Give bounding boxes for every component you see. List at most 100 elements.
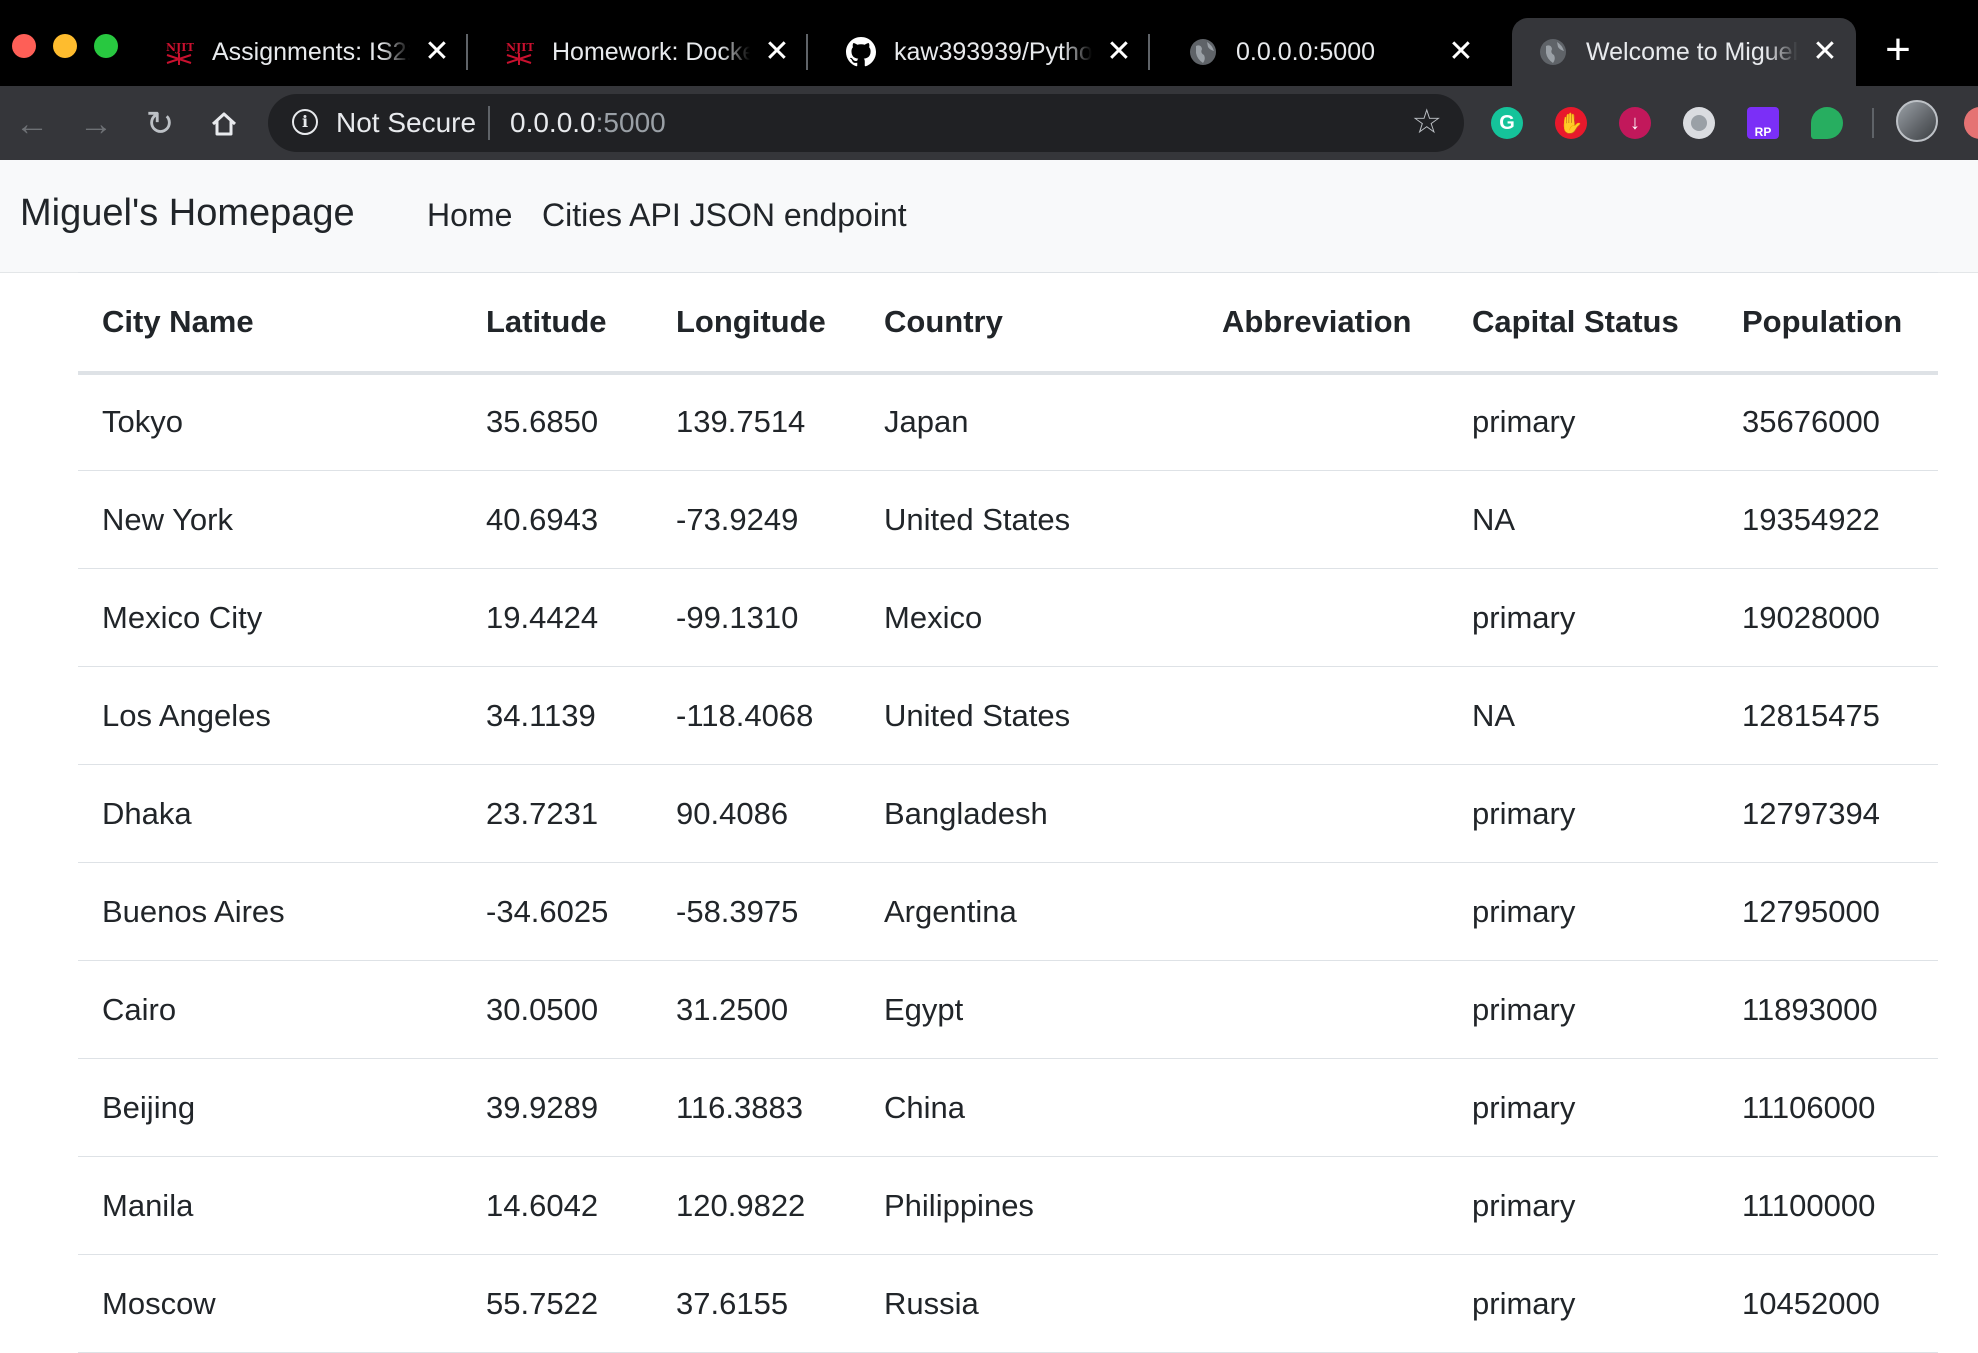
window-zoom-button[interactable] — [94, 34, 118, 58]
cell-city-name: Mexico City — [78, 568, 462, 667]
cell-city-name: Buenos Aires — [78, 862, 462, 961]
header-abbreviation: Abbreviation — [1198, 272, 1448, 375]
header-country: Country — [860, 272, 1198, 375]
security-status-label[interactable]: Not Secure — [336, 107, 476, 139]
cell-population: 19354922 — [1718, 470, 1938, 569]
url-port: :5000 — [595, 107, 666, 138]
cell-longitude: 120.9822 — [652, 1156, 860, 1255]
tab-close-icon[interactable]: ✕ — [1102, 35, 1136, 69]
url-host: 0.0.0.0 — [510, 107, 596, 138]
new-tab-button[interactable]: + — [1876, 28, 1920, 72]
table-row: Mexico City 19.4424 -99.1310 Mexico prim… — [78, 568, 1938, 667]
cell-capital-status: primary — [1448, 372, 1718, 471]
browser-tab-homework[interactable]: NJIT Homework: Docker ✕ — [478, 18, 808, 86]
cell-latitude: -34.6025 — [462, 862, 652, 961]
nav-link-home[interactable]: Home — [427, 197, 512, 234]
svg-text:NJIT: NJIT — [506, 41, 534, 54]
cell-capital-status: primary — [1448, 1058, 1718, 1157]
cell-abbreviation — [1198, 1156, 1448, 1255]
browser-tab-assignments[interactable]: NJIT Assignments: IS218 ✕ — [138, 18, 468, 86]
browser-tab-github[interactable]: kaw393939/Python ✕ — [820, 18, 1150, 86]
tab-title: Welcome to Miguel' — [1586, 37, 1798, 66]
table-header: City Name Latitude Longitude Country Abb… — [78, 272, 1938, 375]
nav-link-cities-api[interactable]: Cities API JSON endpoint — [542, 197, 907, 234]
tab-separator — [806, 34, 808, 70]
cell-latitude: 30.0500 — [462, 960, 652, 1059]
cell-country: Russia — [860, 1254, 1198, 1353]
cell-latitude: 14.6042 — [462, 1156, 652, 1255]
site-navbar: Miguel's Homepage Home Cities API JSON e… — [0, 160, 1978, 273]
cell-longitude: -99.1310 — [652, 568, 860, 667]
cell-country: Philippines — [860, 1156, 1198, 1255]
table-row: Los Angeles 34.1139 -118.4068 United Sta… — [78, 666, 1938, 765]
download-icon[interactable]: ↓ — [1619, 107, 1651, 139]
browser-tab-localhost[interactable]: 0.0.0.0:5000 ✕ — [1162, 18, 1492, 86]
table-row: Cairo 30.0500 31.2500 Egypt primary 1189… — [78, 960, 1938, 1059]
cell-abbreviation — [1198, 1254, 1448, 1353]
cell-city-name: New York — [78, 470, 462, 569]
header-population: Population — [1718, 272, 1938, 375]
cell-latitude: 39.9289 — [462, 1058, 652, 1157]
bookmark-star-icon[interactable]: ☆ — [1412, 102, 1442, 142]
cell-capital-status: primary — [1448, 862, 1718, 961]
grammarly-icon[interactable]: G — [1491, 107, 1523, 139]
toolbar-divider — [1872, 108, 1874, 138]
cell-capital-status: NA — [1448, 470, 1718, 569]
tab-close-icon[interactable]: ✕ — [1808, 35, 1842, 69]
recorder-icon[interactable] — [1683, 107, 1715, 139]
tab-title: 0.0.0.0:5000 — [1236, 37, 1376, 66]
cell-longitude: 31.2500 — [652, 960, 860, 1059]
cell-longitude: 116.3883 — [652, 1058, 860, 1157]
cell-latitude: 55.7522 — [462, 1254, 652, 1353]
window-close-button[interactable] — [12, 34, 36, 58]
profile-avatar[interactable] — [1896, 100, 1938, 142]
cell-abbreviation — [1198, 862, 1448, 961]
github-icon — [846, 37, 876, 67]
adblock-icon[interactable]: ✋ — [1555, 107, 1587, 139]
browser-tab-welcome-active[interactable]: Welcome to Miguel' ✕ — [1512, 18, 1856, 86]
extension-partial-icon[interactable] — [1964, 107, 1978, 139]
cell-abbreviation — [1198, 1058, 1448, 1157]
cell-country: United States — [860, 666, 1198, 765]
rp-extension-icon[interactable]: RP — [1747, 107, 1779, 139]
header-latitude: Latitude — [462, 272, 652, 375]
cell-population: 10452000 — [1718, 1254, 1938, 1353]
cell-longitude: 139.7514 — [652, 372, 860, 471]
table-header-row: City Name Latitude Longitude Country Abb… — [78, 272, 1938, 375]
tab-title: kaw393939/Python — [894, 37, 1092, 66]
table-body: Tokyo 35.6850 139.7514 Japan primary 356… — [78, 372, 1938, 1353]
tab-close-icon[interactable]: ✕ — [760, 35, 794, 69]
green-bubble-icon[interactable] — [1811, 107, 1843, 139]
home-icon[interactable] — [202, 102, 246, 146]
site-info-icon[interactable]: i — [292, 109, 318, 135]
back-arrow-icon[interactable]: ← — [10, 102, 54, 146]
cell-capital-status: primary — [1448, 1254, 1718, 1353]
cell-population: 19028000 — [1718, 568, 1938, 667]
tab-close-icon[interactable]: ✕ — [420, 35, 454, 69]
cell-latitude: 40.6943 — [462, 470, 652, 569]
table-row: New York 40.6943 -73.9249 United States … — [78, 470, 1938, 569]
url-text[interactable]: 0.0.0.0:5000 — [510, 107, 666, 139]
cell-longitude: -73.9249 — [652, 470, 860, 569]
cell-country: Egypt — [860, 960, 1198, 1059]
forward-arrow-icon[interactable]: → — [74, 102, 118, 146]
cell-country: Mexico — [860, 568, 1198, 667]
cell-city-name: Tokyo — [78, 372, 462, 471]
header-longitude: Longitude — [652, 272, 860, 375]
window-minimize-button[interactable] — [53, 34, 77, 58]
cell-longitude: -118.4068 — [652, 666, 860, 765]
cell-country: China — [860, 1058, 1198, 1157]
header-capital-status: Capital Status — [1448, 272, 1718, 375]
cities-table: City Name Latitude Longitude Country Abb… — [78, 272, 1938, 1353]
reload-icon[interactable]: ↻ — [138, 102, 182, 146]
site-brand[interactable]: Miguel's Homepage — [20, 192, 355, 235]
header-city-name: City Name — [78, 272, 462, 375]
cell-abbreviation — [1198, 568, 1448, 667]
cell-city-name: Moscow — [78, 1254, 462, 1353]
address-bar[interactable]: i Not Secure 0.0.0.0:5000 ☆ — [268, 94, 1464, 152]
table-row: Beijing 39.9289 116.3883 China primary 1… — [78, 1058, 1938, 1157]
cell-abbreviation — [1198, 372, 1448, 471]
cell-country: Japan — [860, 372, 1198, 471]
cell-city-name: Manila — [78, 1156, 462, 1255]
tab-close-icon[interactable]: ✕ — [1444, 35, 1478, 69]
